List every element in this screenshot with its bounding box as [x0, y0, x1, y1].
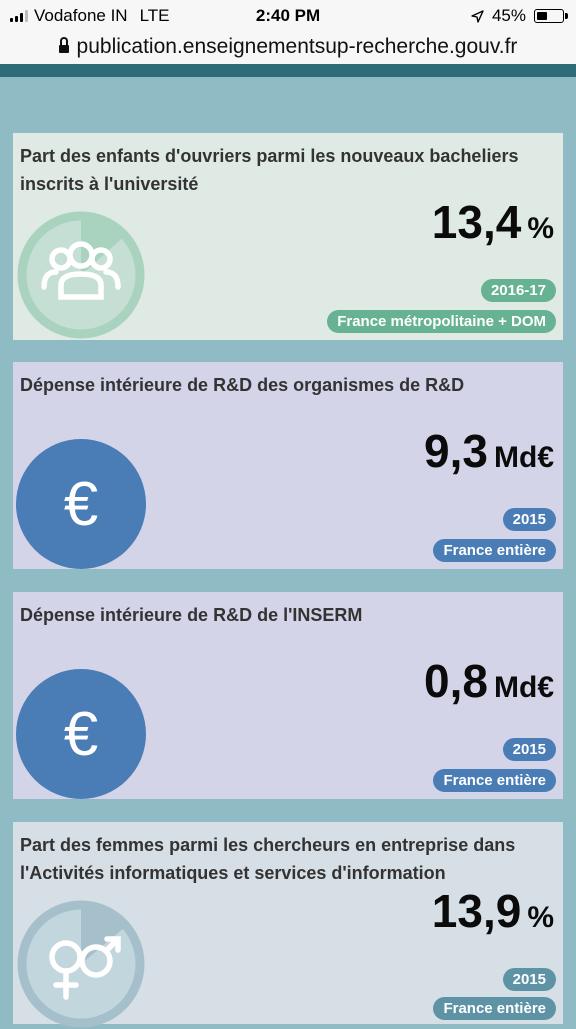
- battery-percent: 45%: [491, 6, 526, 25]
- gender-icon: [16, 899, 146, 1029]
- svg-text:€: €: [64, 470, 98, 539]
- indicator-value: 0,8 Md€: [424, 654, 554, 708]
- indicator-value: 13,4%: [432, 195, 554, 249]
- location-arrow-icon: [471, 9, 484, 23]
- indicator-card[interactable]: Part des enfants d'ouvriers parmi les no…: [13, 133, 563, 340]
- address-bar[interactable]: publication.enseignementsup-recherche.go…: [0, 30, 576, 64]
- year-badge: 2015: [502, 738, 556, 761]
- card-title: Part des femmes parmi les chercheurs en …: [20, 835, 516, 883]
- value-number: 13,4: [431, 196, 522, 248]
- card-title: Dépense intérieure de R&D des organismes…: [20, 375, 465, 395]
- euro-icon: €: [16, 669, 146, 799]
- card-title: Dépense intérieure de R&D de l'INSERM: [20, 605, 363, 625]
- value-unit: Md€: [494, 671, 554, 704]
- value-unit: Md€: [494, 441, 554, 474]
- region-badge: France entière: [433, 539, 556, 562]
- indicator-value: 9,3 Md€: [424, 424, 554, 478]
- indicator-value: 13,9%: [432, 884, 554, 938]
- region-badge: France entière: [433, 997, 556, 1020]
- value-number: 9,3: [424, 425, 488, 477]
- value-unit: %: [527, 901, 554, 934]
- card-title: Part des enfants d'ouvriers parmi les no…: [20, 146, 519, 194]
- indicator-card[interactable]: Dépense intérieure de R&D des organismes…: [13, 362, 563, 569]
- value-number: 13,9: [431, 885, 522, 937]
- region-badge: France métropolitaine + DOM: [327, 310, 556, 333]
- year-badge: 2015: [502, 508, 556, 531]
- svg-text:€: €: [64, 700, 98, 769]
- url-text: publication.enseignementsup-recherche.go…: [76, 35, 518, 58]
- year-badge: 2015: [502, 968, 556, 991]
- indicator-card[interactable]: Part des femmes parmi les chercheurs en …: [13, 822, 563, 1028]
- region-badge: France entière: [433, 769, 556, 792]
- euro-icon: €: [16, 439, 146, 569]
- group-icon: [16, 210, 146, 340]
- value-number: 0,8: [424, 655, 488, 707]
- year-badge: 2016-17: [480, 279, 556, 302]
- indicator-card[interactable]: Dépense intérieure de R&D de l'INSERM € …: [13, 592, 563, 799]
- site-header-bar: [0, 64, 576, 77]
- lock-icon: [58, 37, 69, 55]
- battery-icon: [534, 9, 568, 23]
- value-unit: %: [527, 212, 554, 245]
- status-right: 45%: [471, 6, 568, 26]
- status-bar: Vodafone IN LTE 2:40 PM 45%: [0, 0, 576, 30]
